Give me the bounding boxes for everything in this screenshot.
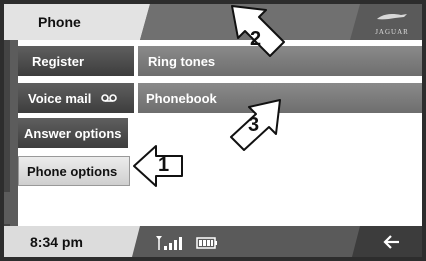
brand-logo-text: JAGUAR bbox=[375, 28, 409, 36]
callout-3: 3 bbox=[228, 94, 286, 152]
callout-2: 2 bbox=[226, 2, 290, 58]
phonebook-label: Phonebook bbox=[146, 90, 217, 106]
phone-options-label: Phone options bbox=[27, 163, 118, 179]
back-button[interactable] bbox=[362, 226, 422, 257]
register-button[interactable]: Register bbox=[18, 46, 134, 76]
callout-1: 1 bbox=[130, 142, 186, 190]
page-title: Phone bbox=[38, 14, 81, 30]
battery-icon bbox=[196, 237, 217, 249]
answer-options-button[interactable]: Answer options bbox=[18, 118, 128, 148]
phone-screen: Phone JAGUAR Register Voice mail Answer … bbox=[0, 0, 426, 261]
back-arrow-icon bbox=[383, 234, 399, 249]
answer-options-label: Answer options bbox=[24, 125, 122, 141]
phone-options-button[interactable]: Phone options bbox=[18, 156, 130, 186]
clock-time: 8:34 pm bbox=[30, 234, 83, 250]
register-label: Register bbox=[32, 53, 85, 69]
callout-3-number: 3 bbox=[248, 114, 260, 136]
signal-strength-icon bbox=[156, 236, 182, 250]
ring-tones-label: Ring tones bbox=[148, 53, 216, 69]
jaguar-logo: JAGUAR bbox=[370, 9, 414, 36]
callout-2-number: 2 bbox=[250, 28, 262, 50]
callout-1-number: 1 bbox=[158, 154, 170, 176]
voice-mail-label: Voice mail bbox=[28, 90, 92, 106]
voicemail-icon bbox=[101, 94, 118, 102]
empty-menu-slot bbox=[4, 192, 18, 224]
voice-mail-button[interactable]: Voice mail bbox=[18, 83, 134, 113]
leaper-icon bbox=[377, 14, 407, 20]
